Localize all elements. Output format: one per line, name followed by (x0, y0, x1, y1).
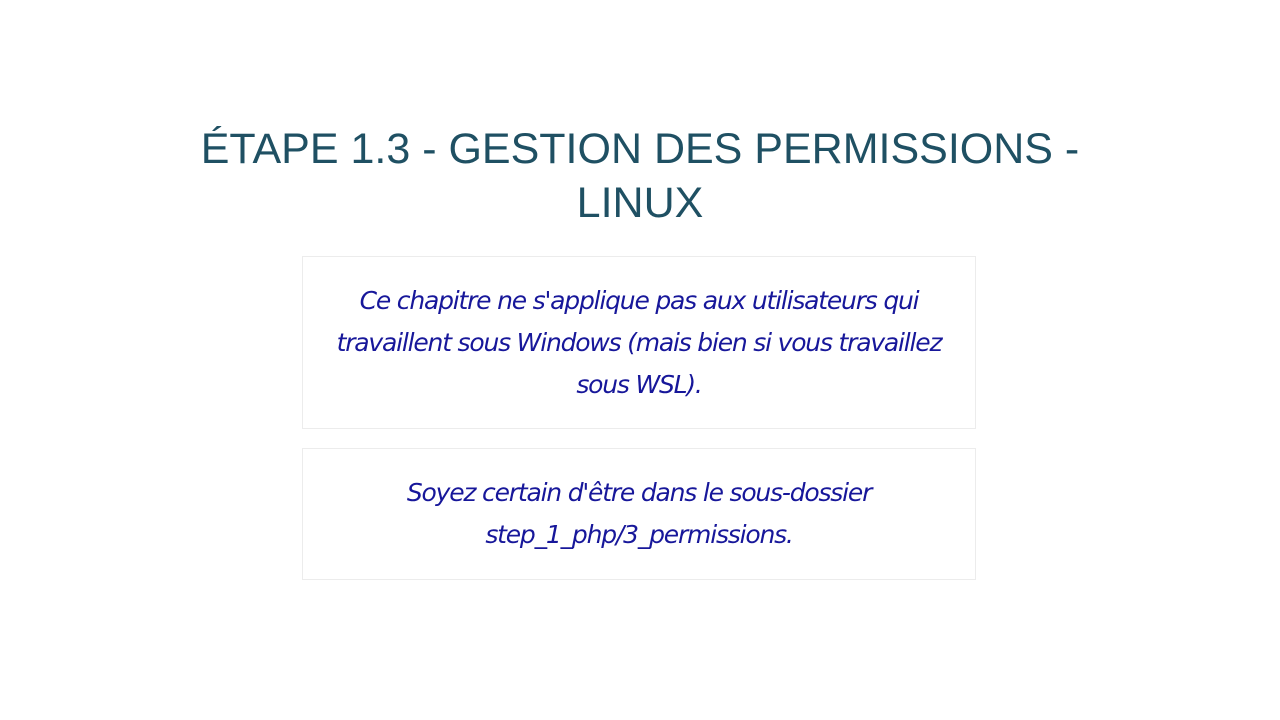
slide-title: ÉTAPE 1.3 - GESTION DES PERMISSIONS - LI… (200, 125, 1080, 227)
note-box-folder: Soyez certain d'être dans le sous-dossie… (302, 448, 976, 580)
presentation-slide: ÉTAPE 1.3 - GESTION DES PERMISSIONS - LI… (0, 0, 1280, 720)
note-box-windows: Ce chapitre ne s'applique pas aux utilis… (302, 256, 976, 429)
note-windows-text: Ce chapitre ne s'applique pas aux utilis… (336, 285, 943, 399)
note-folder-text: Soyez certain d'être dans le sous-dossie… (406, 478, 873, 549)
